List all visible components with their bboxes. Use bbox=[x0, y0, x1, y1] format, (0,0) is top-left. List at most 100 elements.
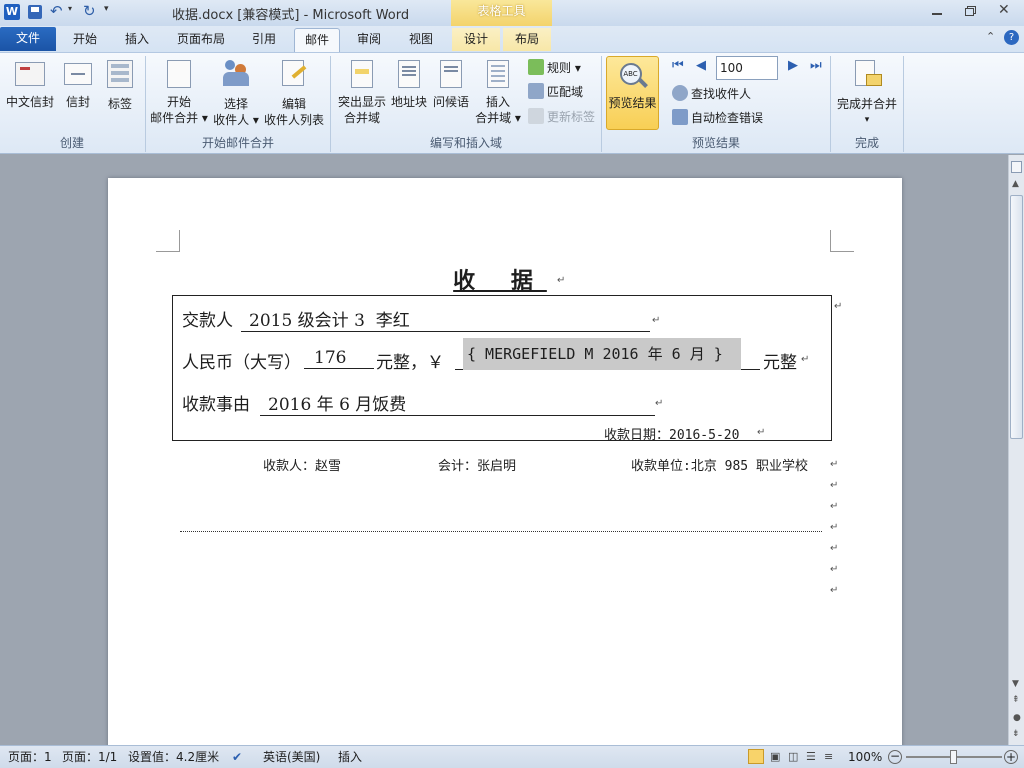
record-number-input[interactable]: 100 bbox=[716, 56, 778, 80]
payee-text[interactable]: 收款人：赵雪 bbox=[263, 455, 341, 474]
tab-mailings[interactable]: 邮件 bbox=[294, 28, 340, 52]
tab-page-layout[interactable]: 页面布局 bbox=[168, 28, 234, 51]
edit-recipient-list-button[interactable]: 编辑 收件人列表 bbox=[262, 58, 326, 128]
ruler-toggle-icon[interactable] bbox=[1011, 161, 1022, 173]
restore-icon[interactable] bbox=[964, 4, 978, 18]
outline-view-icon[interactable]: ☰ bbox=[806, 746, 816, 768]
envelopes-button[interactable]: 信封 bbox=[60, 58, 96, 110]
receipt-title[interactable]: 收 据 bbox=[440, 263, 560, 295]
margin-mark bbox=[156, 230, 180, 252]
customize-icon[interactable]: ▾ bbox=[104, 4, 109, 14]
status-page[interactable]: 页面：1 bbox=[8, 746, 52, 768]
collapse-ribbon-icon[interactable]: ⌃ bbox=[986, 30, 995, 43]
draft-view-icon[interactable]: ≡ bbox=[824, 746, 833, 768]
match-fields-icon bbox=[528, 83, 544, 99]
word-logo-icon[interactable]: W bbox=[4, 4, 20, 20]
group-label-finish: 完成 bbox=[854, 136, 879, 150]
zoom-in-icon[interactable]: + bbox=[1004, 750, 1018, 764]
greeting-line-button[interactable]: 问候语 bbox=[431, 58, 471, 110]
select-recipients-button[interactable]: 选择 收件人 ▾ bbox=[211, 58, 261, 128]
payer-label: 交款人 bbox=[182, 311, 233, 331]
vertical-scrollbar[interactable]: ▲ ▼ ⇞ ● ⇟ bbox=[1008, 155, 1024, 745]
status-bar: 页面：1 页面：1/1 设置值：4.2厘米 ✔ 英语(美国) 插入 ▣ ◫ ☰ … bbox=[0, 745, 1024, 768]
tab-insert[interactable]: 插入 bbox=[112, 28, 162, 51]
paragraph-mark: ↵ bbox=[834, 301, 843, 312]
minimize-icon[interactable] bbox=[930, 4, 944, 18]
finish-merge-icon bbox=[852, 60, 882, 90]
status-mode[interactable]: 插入 bbox=[338, 746, 362, 768]
receipt-date[interactable]: 收款日期：2016-5-20 bbox=[604, 424, 739, 443]
group-label-create: 创建 bbox=[59, 136, 84, 150]
tab-view[interactable]: 视图 bbox=[398, 28, 444, 51]
start-mail-merge-button[interactable]: 开始 邮件合并 ▾ bbox=[150, 58, 208, 126]
tab-references[interactable]: 引用 bbox=[240, 28, 288, 51]
yuan-zheng-end-label: 元整 bbox=[763, 353, 797, 373]
zoom-level[interactable]: 100% bbox=[848, 746, 882, 768]
address-block-button[interactable]: 地址块 bbox=[389, 58, 429, 110]
status-page-count[interactable]: 页面：1/1 bbox=[62, 746, 117, 768]
yuan-zheng-label: 元整，￥ bbox=[376, 353, 444, 373]
scroll-up-icon[interactable]: ▲ bbox=[1012, 179, 1019, 189]
tab-file[interactable]: 文件 bbox=[0, 27, 56, 51]
group-label-start-merge: 开始邮件合并 bbox=[201, 136, 274, 150]
group-divider bbox=[903, 56, 904, 152]
status-setting[interactable]: 设置值：4.2厘米 bbox=[128, 746, 219, 768]
undo-dropdown-icon[interactable]: ▾ bbox=[68, 4, 72, 13]
browse-object-icon[interactable]: ● bbox=[1013, 713, 1021, 723]
auto-check-errors-button[interactable]: 自动检查错误 bbox=[672, 108, 763, 128]
rules-button[interactable]: 规则 ▾ bbox=[528, 58, 581, 78]
check-errors-icon bbox=[672, 109, 688, 125]
chinese-envelope-button[interactable]: 中文信封 bbox=[4, 58, 56, 110]
scroll-down-icon[interactable]: ▼ bbox=[1012, 679, 1019, 689]
rmb-label: 人民币（大写） bbox=[182, 353, 301, 373]
close-icon[interactable]: ✕ bbox=[998, 2, 1010, 18]
preview-results-button[interactable]: ABC 预览结果 bbox=[606, 56, 659, 130]
match-fields-button[interactable]: 匹配域 bbox=[528, 82, 583, 102]
reason-value[interactable]: 2016 年 6 月饭费 bbox=[260, 390, 655, 416]
print-layout-view-icon[interactable] bbox=[748, 749, 764, 764]
scroll-thumb[interactable] bbox=[1010, 195, 1023, 439]
last-record-icon[interactable]: ⏭ bbox=[810, 58, 822, 73]
group-divider bbox=[330, 56, 331, 152]
documents-icon bbox=[167, 60, 191, 88]
redo-icon[interactable]: ↻ bbox=[83, 2, 96, 20]
full-screen-reading-icon[interactable]: ▣ bbox=[770, 746, 780, 768]
chinese-envelope-icon bbox=[15, 62, 45, 86]
envelope-icon bbox=[64, 63, 92, 85]
find-recipient-button[interactable]: 查找收件人 bbox=[672, 84, 751, 104]
previous-page-icon[interactable]: ⇞ bbox=[1012, 695, 1020, 705]
update-labels-icon bbox=[528, 108, 544, 124]
status-language[interactable]: 英语(美国) bbox=[263, 746, 320, 768]
insert-merge-field-button[interactable]: 插入 合并域 ▾ bbox=[472, 58, 524, 126]
highlight-merge-fields-button[interactable]: 突出显示 合并域 bbox=[336, 58, 388, 126]
help-icon[interactable]: ? bbox=[1004, 30, 1019, 45]
payer-value[interactable]: 2015 级会计 3 李红 bbox=[241, 306, 650, 332]
finish-merge-button[interactable]: 完成并合并 ▾ bbox=[834, 58, 900, 128]
save-icon[interactable] bbox=[28, 5, 42, 19]
tab-layout[interactable]: 布局 bbox=[503, 28, 551, 51]
first-record-icon[interactable]: ⏮ bbox=[672, 58, 684, 73]
receiving-unit-text[interactable]: 收款单位:北京 985 职业学校 bbox=[631, 455, 808, 474]
rules-icon bbox=[528, 59, 544, 75]
greeting-line-icon bbox=[440, 60, 462, 88]
highlight-fields-icon bbox=[351, 60, 373, 88]
proofing-icon[interactable]: ✔ bbox=[232, 746, 242, 768]
accountant-text[interactable]: 会计：张启明 bbox=[438, 455, 516, 474]
previous-record-icon[interactable]: ◀ bbox=[696, 58, 706, 73]
labels-button[interactable]: 标签 bbox=[102, 58, 138, 112]
tab-home[interactable]: 开始 bbox=[60, 28, 110, 51]
find-recipient-icon bbox=[672, 85, 688, 101]
tab-design[interactable]: 设计 bbox=[452, 28, 500, 51]
insert-field-icon bbox=[487, 60, 509, 88]
web-layout-icon[interactable]: ◫ bbox=[788, 746, 798, 768]
undo-icon[interactable]: ↶ bbox=[50, 2, 63, 20]
edit-list-icon bbox=[279, 60, 309, 90]
next-page-icon[interactable]: ⇟ bbox=[1012, 729, 1020, 739]
amount-value[interactable]: 176 bbox=[304, 348, 374, 369]
zoom-slider-thumb[interactable] bbox=[950, 750, 957, 764]
next-record-icon[interactable]: ▶ bbox=[788, 58, 798, 73]
merge-field-code[interactable]: { MERGEFIELD M 2016 年 6 月 } bbox=[463, 338, 741, 370]
zoom-out-icon[interactable]: − bbox=[888, 750, 902, 764]
tab-review[interactable]: 审阅 bbox=[346, 28, 392, 51]
paragraph-mark: ↵ bbox=[830, 543, 839, 554]
